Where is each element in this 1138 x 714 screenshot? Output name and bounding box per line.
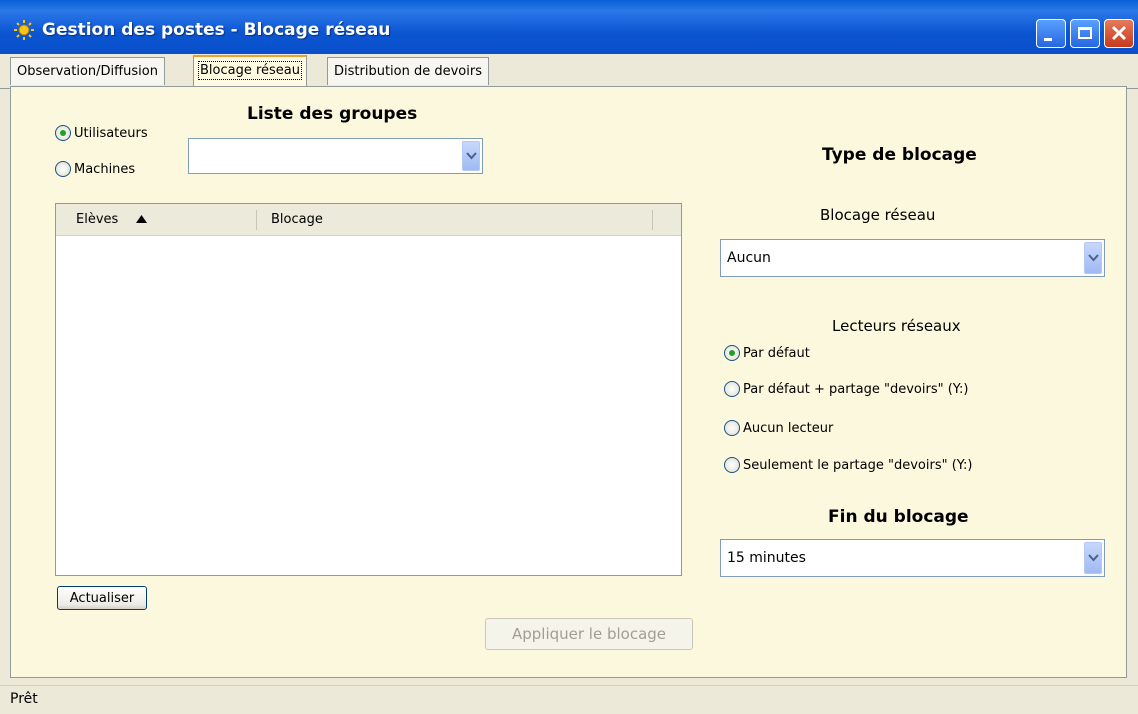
sort-ascending-icon xyxy=(136,215,148,223)
tab-strip xyxy=(0,54,1138,89)
list-header: Elèves Blocage xyxy=(56,204,681,236)
radio-drives-default[interactable]: Par défaut xyxy=(724,345,810,361)
radio-indicator xyxy=(724,457,740,473)
students-list[interactable]: Elèves Blocage xyxy=(55,203,682,576)
network-drives-label: Lecteurs réseaux xyxy=(832,317,961,335)
apply-block-button[interactable]: Appliquer le blocage xyxy=(485,618,693,650)
groups-heading: Liste des groupes xyxy=(247,104,418,124)
chevron-down-icon[interactable] xyxy=(1084,242,1102,274)
network-block-value: Aucun xyxy=(727,250,771,266)
radio-label: Utilisateurs xyxy=(74,125,148,141)
close-icon xyxy=(1111,25,1127,41)
radio-label: Par défaut + partage "devoirs" (Y:) xyxy=(743,381,969,397)
refresh-button[interactable]: Actualiser xyxy=(57,586,147,610)
network-block-select[interactable]: Aucun xyxy=(720,239,1105,277)
radio-indicator xyxy=(724,420,740,436)
column-divider[interactable] xyxy=(652,210,653,230)
radio-indicator xyxy=(724,381,740,397)
radio-utilisateurs[interactable]: Utilisateurs xyxy=(55,125,148,141)
maximize-button[interactable] xyxy=(1070,19,1100,48)
tab-distribution-devoirs[interactable]: Distribution de devoirs xyxy=(327,57,489,85)
column-header-label: Elèves xyxy=(76,212,119,227)
title-bar: Gestion des postes - Blocage réseau xyxy=(0,0,1138,60)
minimize-button[interactable] xyxy=(1036,19,1066,48)
block-end-value: 15 minutes xyxy=(727,550,806,566)
block-end-heading: Fin du blocage xyxy=(828,507,969,527)
radio-label: Par défaut xyxy=(743,345,810,361)
chevron-down-icon[interactable] xyxy=(1084,542,1102,574)
status-text: Prêt xyxy=(10,691,38,707)
tab-label: Observation/Diffusion xyxy=(17,64,158,79)
column-divider[interactable] xyxy=(256,210,257,230)
tab-observation-diffusion[interactable]: Observation/Diffusion xyxy=(10,57,165,85)
radio-drives-none[interactable]: Aucun lecteur xyxy=(724,420,833,436)
tab-label: Blocage réseau xyxy=(197,61,303,80)
column-header-label: Blocage xyxy=(271,212,323,227)
tab-label: Distribution de devoirs xyxy=(334,64,482,79)
status-bar: Prêt xyxy=(0,685,1138,714)
radio-label: Seulement le partage "devoirs" (Y:) xyxy=(743,457,973,473)
tab-blocage-reseau[interactable]: Blocage réseau xyxy=(193,55,308,87)
chevron-down-icon[interactable] xyxy=(462,141,480,171)
network-block-label: Blocage réseau xyxy=(820,206,936,224)
app-sun-icon xyxy=(14,20,34,40)
radio-indicator xyxy=(724,345,740,361)
close-button[interactable] xyxy=(1104,19,1134,48)
radio-drives-devoirs-only[interactable]: Seulement le partage "devoirs" (Y:) xyxy=(724,457,972,473)
column-header-eleves[interactable]: Elèves xyxy=(76,204,148,235)
block-end-select[interactable]: 15 minutes xyxy=(720,539,1105,577)
radio-drives-default-plus-devoirs[interactable]: Par défaut + partage "devoirs" (Y:) xyxy=(724,381,968,397)
column-header-blocage[interactable]: Blocage xyxy=(271,204,323,235)
radio-machines[interactable]: Machines xyxy=(55,161,135,177)
radio-indicator xyxy=(55,125,71,141)
window-title: Gestion des postes - Blocage réseau xyxy=(42,20,391,40)
radio-indicator xyxy=(55,161,71,177)
block-type-heading: Type de blocage xyxy=(822,145,977,165)
radio-label: Machines xyxy=(74,161,136,177)
groups-select[interactable] xyxy=(188,138,483,174)
radio-label: Aucun lecteur xyxy=(743,420,834,436)
